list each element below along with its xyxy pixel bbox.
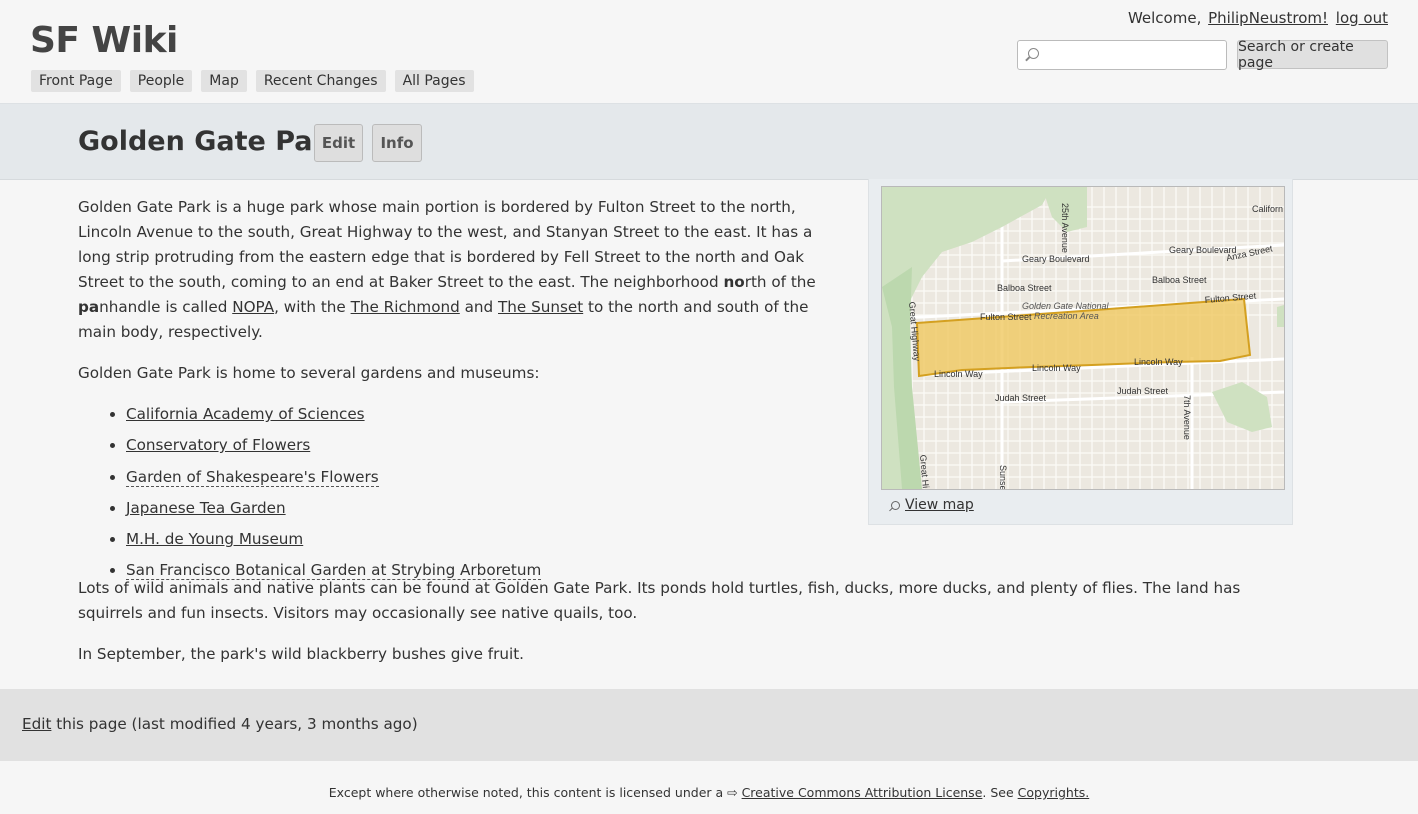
- map-label: Balboa Street: [997, 283, 1052, 293]
- map-graphic: 25th Avenue Geary Boulevard Geary Boulev…: [882, 187, 1284, 489]
- license-text: . See: [982, 785, 1018, 800]
- map-label: Judah Street: [995, 393, 1047, 403]
- text: Golden Gate Park is a huge park whose ma…: [78, 198, 813, 291]
- text: nhandle is called: [99, 298, 233, 316]
- gardens-list: California Academy of Sciences Conservat…: [78, 402, 848, 583]
- map-label: Balboa Street: [1152, 275, 1207, 285]
- list-item: California Academy of Sciences: [126, 402, 848, 427]
- text: rth of the: [744, 273, 816, 291]
- map-label: Geary Boulevard: [1022, 254, 1090, 264]
- map-label: Judah Street: [1117, 386, 1169, 396]
- map-view[interactable]: 25th Avenue Geary Boulevard Geary Boulev…: [881, 186, 1285, 490]
- list-item: Japanese Tea Garden: [126, 496, 848, 521]
- map-label: 7th Avenue: [1182, 395, 1192, 440]
- paragraph-gardens: Golden Gate Park is home to several gard…: [78, 364, 540, 382]
- link-the-richmond[interactable]: The Richmond: [351, 298, 460, 316]
- paragraph-intro: Golden Gate Park is a huge park whose ma…: [78, 195, 848, 345]
- nav-all-pages[interactable]: All Pages: [394, 70, 474, 92]
- map-label: 25th Avenue: [1060, 203, 1070, 253]
- link-shakespeare-garden[interactable]: Garden of Shakespeare's Flowers: [126, 467, 379, 487]
- text: , with the: [274, 298, 351, 316]
- page-footer-bar: Edit this page (last modified 4 years, 3…: [0, 689, 1418, 761]
- view-map-link[interactable]: View map: [891, 497, 974, 513]
- main-nav: Front Page People Map Recent Changes All…: [31, 70, 474, 92]
- link-nopa[interactable]: NOPA: [232, 298, 274, 316]
- link-japanese-tea-garden[interactable]: Japanese Tea Garden: [126, 499, 286, 517]
- map-label: Lincoln Way: [934, 369, 983, 379]
- search-input[interactable]: [1017, 40, 1227, 70]
- search-icon: [1028, 48, 1039, 59]
- nav-front-page[interactable]: Front Page: [31, 70, 121, 92]
- link-de-young[interactable]: M.H. de Young Museum: [126, 530, 303, 548]
- footer-edit-link[interactable]: Edit: [22, 715, 51, 733]
- view-map-label[interactable]: View map: [905, 497, 974, 513]
- welcome-message: Welcome, PhilipNeustrom!: [1128, 9, 1328, 27]
- map-panel: 25th Avenue Geary Boulevard Geary Boulev…: [868, 179, 1293, 525]
- paragraph-blackberry: In September, the park's wild blackberry…: [78, 645, 524, 663]
- list-item: Garden of Shakespeare's Flowers: [126, 465, 848, 490]
- list-item: M.H. de Young Museum: [126, 527, 848, 552]
- search-icon: [891, 500, 900, 510]
- external-link-icon: ⇨: [727, 785, 742, 800]
- license-notice: Except where otherwise noted, this conte…: [0, 785, 1418, 800]
- info-button[interactable]: Info: [372, 124, 422, 162]
- map-label: Lincoln Way: [1134, 357, 1183, 367]
- link-the-sunset[interactable]: The Sunset: [498, 298, 583, 316]
- search-button[interactable]: Search or create page: [1237, 39, 1388, 71]
- map-label: Sunset: [998, 465, 1008, 489]
- logout-link[interactable]: log out: [1336, 9, 1388, 27]
- map-label: Californ: [1252, 204, 1283, 214]
- last-modified: Edit this page (last modified 4 years, 3…: [22, 715, 418, 733]
- welcome-label: Welcome,: [1127, 9, 1202, 27]
- text-bold: pa: [78, 298, 100, 316]
- license-link[interactable]: Creative Commons Attribution License: [742, 785, 983, 800]
- paragraph-wildlife: Lots of wild animals and native plants c…: [78, 579, 1241, 622]
- nav-people[interactable]: People: [129, 70, 193, 92]
- link-california-academy[interactable]: California Academy of Sciences: [126, 405, 365, 423]
- nav-recent-changes[interactable]: Recent Changes: [255, 70, 386, 92]
- map-label: Fulton Street: [980, 312, 1032, 322]
- title-bar: Golden Gate Park Edit Info: [0, 103, 1418, 180]
- license-text: Except where otherwise noted, this conte…: [328, 785, 728, 800]
- site-title[interactable]: SF Wiki: [30, 20, 178, 61]
- map-label: Recreation Area: [1034, 311, 1099, 321]
- edit-button[interactable]: Edit: [314, 124, 363, 162]
- page-title: Golden Gate Park: [78, 126, 344, 157]
- copyrights-link[interactable]: Copyrights.: [1018, 785, 1090, 800]
- text: and: [459, 298, 499, 316]
- map-label: Golden Gate National: [1022, 301, 1110, 311]
- text-bold: no: [723, 273, 745, 291]
- user-profile-link[interactable]: PhilipNeustrom!: [1208, 9, 1328, 27]
- map-label: Lincoln Way: [1032, 363, 1081, 373]
- last-modified-text: this page (last modified 4 years, 3 mont…: [51, 715, 418, 733]
- link-conservatory[interactable]: Conservatory of Flowers: [126, 436, 310, 454]
- page-content: Golden Gate Park is a huge park whose ma…: [78, 195, 848, 598]
- list-item: Conservatory of Flowers: [126, 433, 848, 458]
- nav-map[interactable]: Map: [201, 70, 247, 92]
